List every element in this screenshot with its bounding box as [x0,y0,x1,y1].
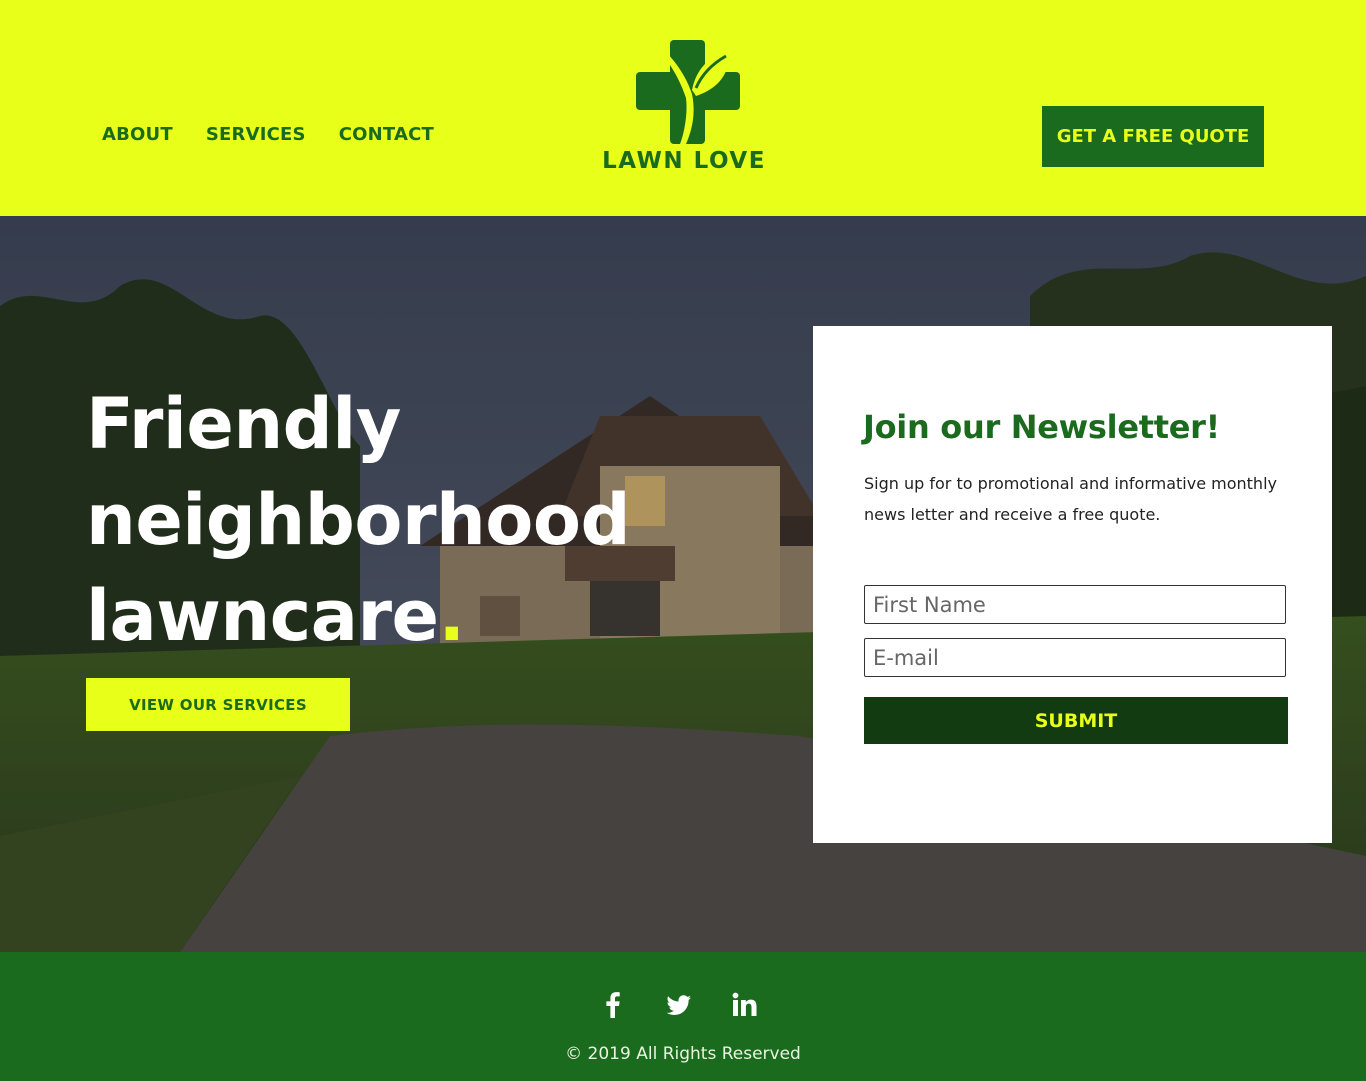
main-nav: ABOUT SERVICES CONTACT [102,124,434,145]
hero-headline-dot: . [438,575,465,657]
site-footer: © 2019 All Rights Reserved [0,952,1366,1081]
first-name-input[interactable] [864,585,1286,624]
nav-about-link[interactable]: ABOUT [102,124,173,145]
hero-headline-line-3: lawncare [86,575,439,657]
get-free-quote-button[interactable]: GET A FREE QUOTE [1042,106,1264,167]
logo-wordmark: LAWN LOVE [602,148,766,174]
facebook-icon[interactable] [598,990,628,1020]
hero-section: Friendly neighborhood lawncare. VIEW OUR… [0,216,1366,952]
copyright-text: © 2019 All Rights Reserved [565,1044,801,1064]
nav-contact-link[interactable]: CONTACT [339,124,434,145]
newsletter-title: Join our Newsletter! [863,408,1220,446]
social-links [598,990,760,1020]
site-logo[interactable]: LAWN LOVE [596,38,772,174]
hero-headline-line-1: Friendly [86,383,401,465]
newsletter-description: Sign up for to promotional and informati… [864,474,1277,524]
hero-headline: Friendly neighborhood lawncare. [86,376,726,664]
submit-button[interactable]: SUBMIT [864,697,1288,744]
view-services-button[interactable]: VIEW OUR SERVICES [86,678,350,731]
newsletter-card: Join our Newsletter! Sign up for to prom… [813,326,1332,843]
email-input[interactable] [864,638,1286,677]
site-header: ABOUT SERVICES CONTACT LAWN LOVE GET A F… [0,0,1366,216]
hero-headline-line-2: neighborhood [86,479,631,561]
linkedin-icon[interactable] [730,990,760,1020]
nav-services-link[interactable]: SERVICES [206,124,306,145]
twitter-icon[interactable] [664,990,694,1020]
logo-cross-leaf-icon [636,40,740,144]
